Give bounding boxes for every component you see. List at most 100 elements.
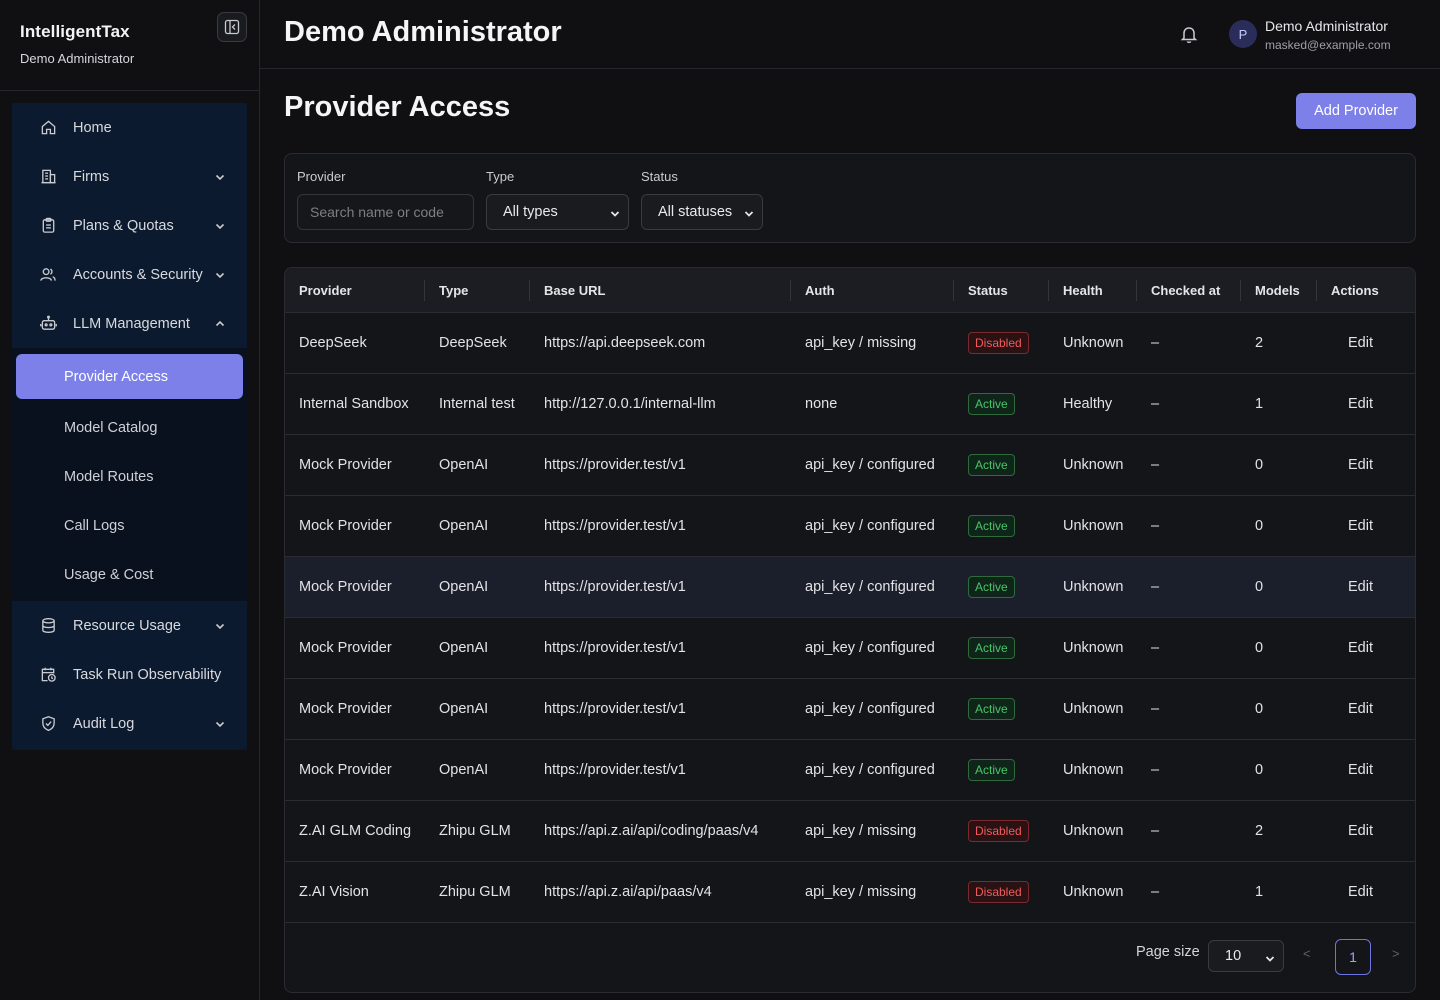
type-filter-select[interactable]: All types <box>486 194 629 230</box>
sidebar-item-plans-quotas[interactable]: Plans & Quotas <box>12 201 247 250</box>
sidebar-item-task-run-observability[interactable]: Task Run Observability <box>12 650 247 699</box>
sidebar-subitem-model-routes[interactable]: Model Routes <box>16 452 243 501</box>
table-cell: https://provider.test/v1 <box>544 435 686 495</box>
chevron-down-icon <box>1265 952 1275 962</box>
table-cell: – <box>1151 374 1159 434</box>
header-title: Demo Administrator <box>284 16 562 48</box>
provider-cell: Z.AI Vision <box>299 884 369 900</box>
column-header[interactable]: Checked at <box>1151 268 1220 313</box>
sidebar-item-firms[interactable]: Firms <box>12 152 247 201</box>
checked-at-cell: – <box>1151 579 1160 595</box>
table-cell: Unknown <box>1063 740 1123 800</box>
edit-button[interactable]: Edit <box>1348 457 1373 473</box>
table-cell: – <box>1151 435 1159 495</box>
sidebar-subitem-usage-cost[interactable]: Usage & Cost <box>16 550 243 599</box>
sidebar-subitem-provider-access[interactable]: Provider Access <box>16 354 243 399</box>
sidebar-subitem-call-logs[interactable]: Call Logs <box>16 501 243 550</box>
edit-button[interactable]: Edit <box>1348 396 1373 412</box>
status-badge: Active <box>968 698 1015 720</box>
table-cell: OpenAI <box>439 679 488 739</box>
building-icon <box>39 168 57 186</box>
previous-page-button[interactable]: < <box>1303 946 1311 961</box>
table-cell: Mock Provider <box>299 435 392 495</box>
table-cell: Edit <box>1348 679 1373 739</box>
auth-cell: api_key / configured <box>805 579 935 595</box>
type-cell: OpenAI <box>439 701 489 717</box>
column-header[interactable]: Type <box>439 268 468 313</box>
health-cell: Unknown <box>1063 335 1124 351</box>
edit-button[interactable]: Edit <box>1348 762 1373 778</box>
bell-icon <box>1180 27 1198 44</box>
edit-button[interactable]: Edit <box>1348 640 1373 656</box>
checked-at-cell: – <box>1151 762 1160 778</box>
table-cell: Mock Provider <box>299 679 392 739</box>
table-cell: OpenAI <box>439 435 488 495</box>
table-cell: Disabled <box>968 313 1029 373</box>
table-cell: api_key / configured <box>805 740 935 800</box>
avatar[interactable]: P <box>1229 20 1257 48</box>
sidebar: IntelligentTax Demo Administrator Home F… <box>0 0 260 1000</box>
sidebar-item-audit-log[interactable]: Audit Log <box>12 699 247 748</box>
column-header[interactable]: Auth <box>805 268 835 313</box>
sidebar-item-label: Resource Usage <box>73 617 181 634</box>
edit-button[interactable]: Edit <box>1348 884 1373 900</box>
table-row: Mock Provider OpenAI https://provider.test… <box>285 618 1415 679</box>
column-header[interactable]: Health <box>1063 268 1103 313</box>
notifications-button[interactable] <box>1178 23 1200 45</box>
add-provider-button[interactable]: Add Provider <box>1296 93 1416 129</box>
table-cell: 1 <box>1255 374 1263 434</box>
table-cell: https://provider.test/v1 <box>544 557 686 617</box>
table-cell: OpenAI <box>439 740 488 800</box>
table-cell: – <box>1151 801 1159 861</box>
models-count-cell: 1 <box>1255 884 1264 900</box>
base-url-cell: http://127.0.0.1/internal-llm <box>544 396 716 412</box>
top-bar: Demo Administrator P Demo Administrator … <box>260 0 1440 69</box>
auth-cell: none <box>805 396 838 412</box>
table-cell: Active <box>968 557 1015 617</box>
table-cell: Disabled <box>968 862 1029 922</box>
edit-button[interactable]: Edit <box>1348 823 1373 839</box>
health-cell: Unknown <box>1063 823 1124 839</box>
calendar-clock-icon <box>39 666 57 684</box>
filter-panel: Provider Search name or code Type All ty… <box>284 153 1416 243</box>
brand: IntelligentTax Demo Administrator <box>20 22 134 66</box>
table-cell: – <box>1151 313 1159 373</box>
page-number-button[interactable]: 1 <box>1335 939 1371 975</box>
auth-cell: api_key / configured <box>805 762 935 778</box>
app-subtitle: Demo Administrator <box>20 51 135 66</box>
table-cell: – <box>1151 740 1159 800</box>
auth-cell: api_key / configured <box>805 457 935 473</box>
collapse-sidebar-button[interactable] <box>217 12 247 42</box>
table-cell: 0 <box>1255 557 1263 617</box>
next-page-button[interactable]: > <box>1392 946 1400 961</box>
column-divider <box>424 280 425 301</box>
sidebar-item-home[interactable]: Home <box>12 103 247 152</box>
status-filter-select[interactable]: All statuses <box>641 194 763 230</box>
base-url-cell: https://provider.test/v1 <box>544 579 686 595</box>
table-cell: Zhipu GLM <box>439 801 511 861</box>
sidebar-item-resource-usage[interactable]: Resource Usage <box>12 601 247 650</box>
type-cell: OpenAI <box>439 640 489 656</box>
base-url-cell: https://provider.test/v1 <box>544 701 686 717</box>
edit-button[interactable]: Edit <box>1348 701 1373 717</box>
page-size-value: 10 <box>1225 948 1242 964</box>
sidebar-item-llm-management[interactable]: LLM Management <box>12 299 247 348</box>
column-header[interactable]: Provider <box>299 268 352 313</box>
table-cell: https://provider.test/v1 <box>544 496 686 556</box>
page-size-select[interactable]: 10 <box>1208 940 1284 972</box>
edit-button[interactable]: Edit <box>1348 518 1373 534</box>
table-cell: Mock Provider <box>299 496 392 556</box>
provider-search-input[interactable]: Search name or code <box>297 194 474 230</box>
sidebar-subitem-model-catalog[interactable]: Model Catalog <box>16 403 243 452</box>
auth-cell: api_key / missing <box>805 884 917 900</box>
checked-at-cell: – <box>1151 396 1160 412</box>
sidebar-item-accounts-security[interactable]: Accounts & Security <box>12 250 247 299</box>
edit-button[interactable]: Edit <box>1348 579 1373 595</box>
column-header[interactable]: Status <box>968 268 1008 313</box>
models-count-cell: 1 <box>1255 396 1264 412</box>
status-badge: Active <box>968 393 1015 415</box>
table-cell: Active <box>968 679 1015 739</box>
column-header[interactable]: Base URL <box>544 268 605 313</box>
edit-button[interactable]: Edit <box>1348 335 1373 351</box>
column-header[interactable]: Models <box>1255 268 1300 313</box>
